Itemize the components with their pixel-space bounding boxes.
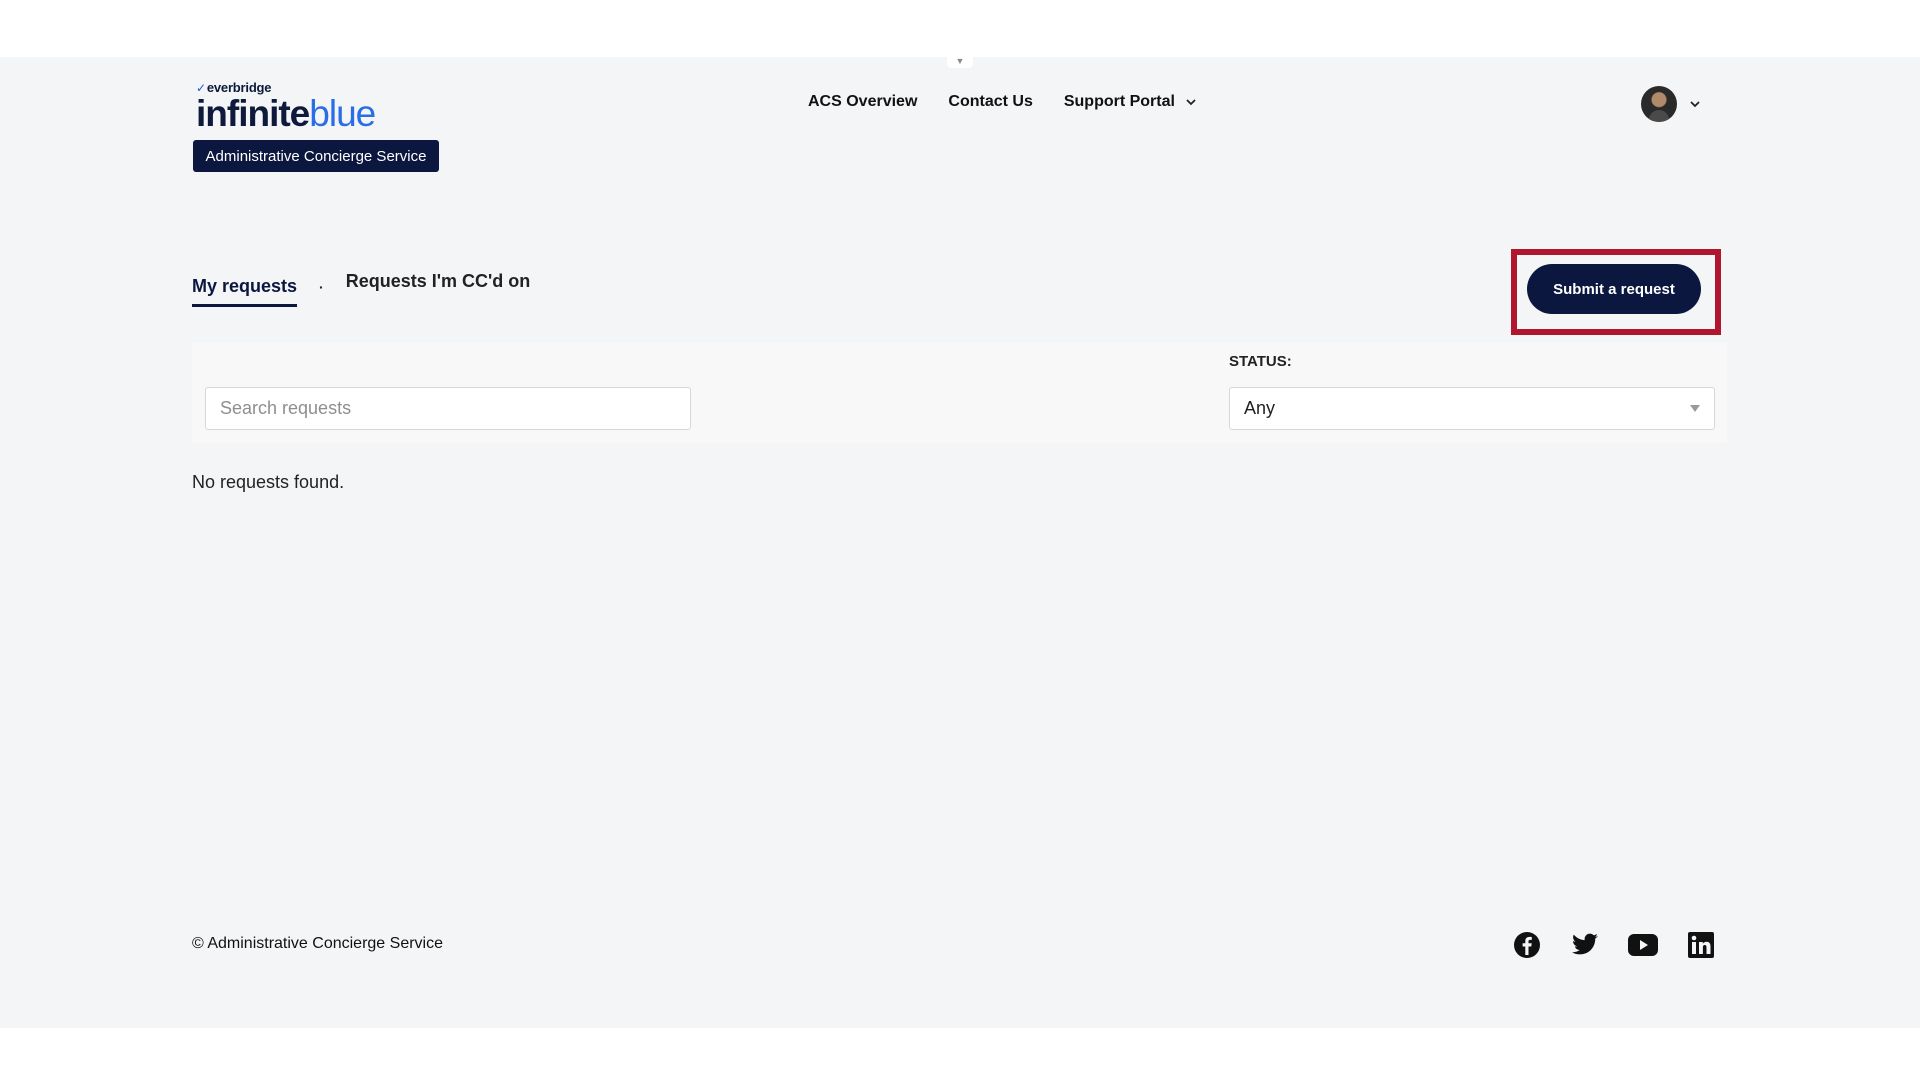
footer-copyright: © Administrative Concierge Service	[192, 935, 443, 952]
status-select-value: Any	[1244, 398, 1276, 418]
request-tabs: My requests · Requests I'm CC'd on	[192, 266, 530, 307]
nav-contact-us[interactable]: Contact Us	[948, 93, 1032, 111]
main-nav: ACS Overview Contact Us Support Portal	[808, 93, 1197, 111]
tab-cc-requests[interactable]: Requests I'm CC'd on	[346, 271, 531, 302]
wordmark-blue: blue	[309, 93, 376, 134]
caret-down-icon	[1690, 405, 1700, 412]
twitter-icon[interactable]	[1570, 932, 1600, 958]
facebook-icon[interactable]	[1512, 932, 1542, 958]
brand-logo[interactable]: ✓ everbridge infiniteblue	[196, 80, 376, 134]
user-avatar[interactable]	[1641, 86, 1677, 122]
search-input[interactable]	[205, 387, 691, 430]
tab-separator: ·	[319, 278, 324, 295]
submit-request-button[interactable]: Submit a request	[1527, 264, 1701, 314]
browser-top-strip	[0, 0, 1920, 57]
status-select[interactable]: Any	[1229, 387, 1715, 430]
social-links	[1512, 932, 1716, 958]
nav-acs-overview[interactable]: ACS Overview	[808, 93, 917, 111]
empty-state-message: No requests found.	[192, 472, 345, 492]
service-badge: Administrative Concierge Service	[193, 140, 439, 172]
drop-handle-icon[interactable]: ▼	[947, 54, 973, 68]
user-menu-chevron-icon[interactable]	[1688, 97, 1702, 111]
wordmark-infinite: infinite	[196, 93, 310, 134]
youtube-icon[interactable]	[1628, 932, 1658, 958]
chevron-down-icon	[1186, 99, 1196, 106]
infiniteblue-wordmark: infiniteblue	[196, 93, 376, 134]
browser-bottom-strip	[0, 1028, 1920, 1080]
linkedin-icon[interactable]	[1686, 932, 1716, 958]
page-background	[0, 57, 1920, 1028]
nav-support-portal[interactable]: Support Portal	[1064, 93, 1197, 111]
status-label: STATUS:	[1229, 353, 1292, 370]
nav-support-portal-label: Support Portal	[1063, 93, 1175, 110]
tab-my-requests[interactable]: My requests	[192, 276, 298, 307]
